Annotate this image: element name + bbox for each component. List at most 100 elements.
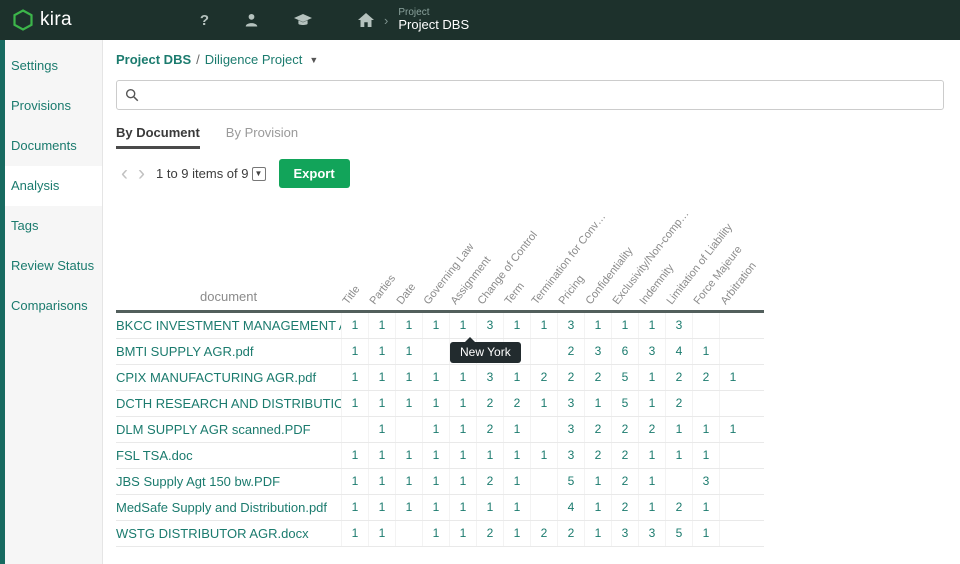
hit-count-cell[interactable]: 1 xyxy=(395,313,422,338)
hit-count-cell[interactable]: 1 xyxy=(368,365,395,390)
hit-count-cell[interactable]: 1 xyxy=(692,443,719,468)
hit-count-cell[interactable]: 1 xyxy=(422,365,449,390)
hit-count-cell[interactable]: 1 xyxy=(530,443,557,468)
hit-count-cell[interactable]: 1 xyxy=(611,313,638,338)
chevron-down-icon[interactable]: ▼ xyxy=(309,55,318,65)
tab-by-provision[interactable]: By Provision xyxy=(226,125,298,149)
hit-count-cell[interactable]: 5 xyxy=(611,391,638,416)
hit-count-cell[interactable] xyxy=(530,469,557,494)
hit-count-cell[interactable]: 3 xyxy=(476,365,503,390)
hit-count-cell[interactable]: 2 xyxy=(584,417,611,442)
hit-count-cell[interactable]: 2 xyxy=(503,391,530,416)
hit-count-cell[interactable]: 1 xyxy=(503,443,530,468)
hit-count-cell[interactable]: 1 xyxy=(368,339,395,364)
hit-count-cell[interactable]: 1 xyxy=(719,417,746,442)
hit-count-cell[interactable]: 1 xyxy=(665,417,692,442)
hit-count-cell[interactable]: 1 xyxy=(692,521,719,546)
document-link[interactable]: CPIX MANUFACTURING AGR.pdf xyxy=(116,370,341,385)
hit-count-cell[interactable]: 1 xyxy=(395,443,422,468)
hit-count-cell[interactable]: 2 xyxy=(476,469,503,494)
hit-count-cell[interactable]: 2 xyxy=(557,365,584,390)
sidebar-item-analysis[interactable]: Analysis xyxy=(0,166,102,206)
hit-count-cell[interactable]: 1 xyxy=(503,469,530,494)
hit-count-cell[interactable]: 1 xyxy=(584,391,611,416)
hit-count-cell[interactable]: 1 xyxy=(449,313,476,338)
hit-count-cell[interactable]: 1 xyxy=(341,521,368,546)
document-link[interactable]: WSTG DISTRIBUTOR AGR.docx xyxy=(116,526,341,541)
hit-count-cell[interactable]: 1 xyxy=(719,365,746,390)
document-link[interactable]: JBS Supply Agt 150 bw.PDF xyxy=(116,474,341,489)
hit-count-cell[interactable]: 2 xyxy=(638,417,665,442)
previous-page-icon[interactable]: ‹ xyxy=(116,164,133,184)
help-icon[interactable]: ? xyxy=(200,12,209,29)
document-link[interactable]: MedSafe Supply and Distribution.pdf xyxy=(116,500,341,515)
hit-count-cell[interactable] xyxy=(692,391,719,416)
hit-count-cell[interactable]: 1 xyxy=(341,391,368,416)
hit-count-cell[interactable]: 1 xyxy=(341,365,368,390)
hit-count-cell[interactable]: 5 xyxy=(611,365,638,390)
hit-count-cell[interactable]: 3 xyxy=(557,391,584,416)
hit-count-cell[interactable] xyxy=(395,417,422,442)
hit-count-cell[interactable] xyxy=(719,313,746,338)
hit-count-cell[interactable]: 1 xyxy=(422,521,449,546)
hit-count-cell[interactable]: 1 xyxy=(368,313,395,338)
page-size-dropdown-icon[interactable]: ▼ xyxy=(252,167,266,181)
hit-count-cell[interactable]: 1 xyxy=(584,495,611,520)
hit-count-cell[interactable]: 1 xyxy=(638,391,665,416)
hit-count-cell[interactable]: 1 xyxy=(422,417,449,442)
hit-count-cell[interactable]: 1 xyxy=(503,417,530,442)
hit-count-cell[interactable]: 5 xyxy=(557,469,584,494)
hit-count-cell[interactable] xyxy=(719,339,746,364)
hit-count-cell[interactable]: 2 xyxy=(584,443,611,468)
training-cap-icon[interactable] xyxy=(294,14,312,27)
hit-count-cell[interactable]: 1 xyxy=(692,495,719,520)
hit-count-cell[interactable]: 3 xyxy=(476,313,503,338)
hit-count-cell[interactable]: 1 xyxy=(368,417,395,442)
sidebar-item-documents[interactable]: Documents xyxy=(0,126,102,166)
hit-count-cell[interactable]: 4 xyxy=(557,495,584,520)
document-link[interactable]: DCTH RESEARCH AND DISTRIBUTION A... xyxy=(116,396,341,411)
hit-count-cell[interactable]: 1 xyxy=(449,417,476,442)
hit-count-cell[interactable] xyxy=(719,521,746,546)
hit-count-cell[interactable] xyxy=(719,469,746,494)
hit-count-cell[interactable]: 1 xyxy=(422,495,449,520)
hit-count-cell[interactable] xyxy=(719,495,746,520)
hit-count-cell[interactable]: 2 xyxy=(665,365,692,390)
hit-count-cell[interactable]: 2 xyxy=(611,469,638,494)
hit-count-cell[interactable] xyxy=(692,313,719,338)
hit-count-cell[interactable]: 1 xyxy=(638,469,665,494)
hit-count-cell[interactable]: 3 xyxy=(557,443,584,468)
hit-count-cell[interactable]: 1 xyxy=(449,495,476,520)
sidebar-item-comparisons[interactable]: Comparisons xyxy=(0,286,102,326)
hit-count-cell[interactable]: 1 xyxy=(503,521,530,546)
hit-count-cell[interactable]: 1 xyxy=(341,495,368,520)
hit-count-cell[interactable]: 3 xyxy=(638,339,665,364)
hit-count-cell[interactable] xyxy=(530,495,557,520)
view-name-link[interactable]: Diligence Project xyxy=(205,52,303,67)
hit-count-cell[interactable]: 1 xyxy=(692,339,719,364)
next-page-icon[interactable]: › xyxy=(133,164,150,184)
hit-count-cell[interactable]: 1 xyxy=(395,495,422,520)
hit-count-cell[interactable]: 2 xyxy=(530,365,557,390)
hit-count-cell[interactable]: 1 xyxy=(449,365,476,390)
hit-count-cell[interactable]: 1 xyxy=(341,313,368,338)
hit-count-cell[interactable]: 1 xyxy=(584,521,611,546)
hit-count-cell[interactable]: 1 xyxy=(584,469,611,494)
hit-count-cell[interactable]: 2 xyxy=(530,521,557,546)
hit-count-cell[interactable]: 1 xyxy=(584,313,611,338)
user-icon[interactable] xyxy=(245,13,258,27)
hit-count-cell[interactable]: 1 xyxy=(665,443,692,468)
hit-count-cell[interactable]: 1 xyxy=(530,391,557,416)
hit-count-cell[interactable]: 1 xyxy=(422,443,449,468)
hit-count-cell[interactable]: 1 xyxy=(368,495,395,520)
hit-count-cell[interactable]: 2 xyxy=(476,521,503,546)
hit-count-cell[interactable] xyxy=(530,339,557,364)
hit-count-cell[interactable]: 2 xyxy=(611,495,638,520)
sidebar-item-settings[interactable]: Settings xyxy=(0,46,102,86)
hit-count-cell[interactable] xyxy=(422,339,449,364)
hit-count-cell[interactable] xyxy=(665,469,692,494)
hit-count-cell[interactable] xyxy=(530,417,557,442)
hit-count-cell[interactable]: 1 xyxy=(449,391,476,416)
hit-count-cell[interactable]: 1 xyxy=(449,469,476,494)
hit-count-cell[interactable]: 4 xyxy=(665,339,692,364)
